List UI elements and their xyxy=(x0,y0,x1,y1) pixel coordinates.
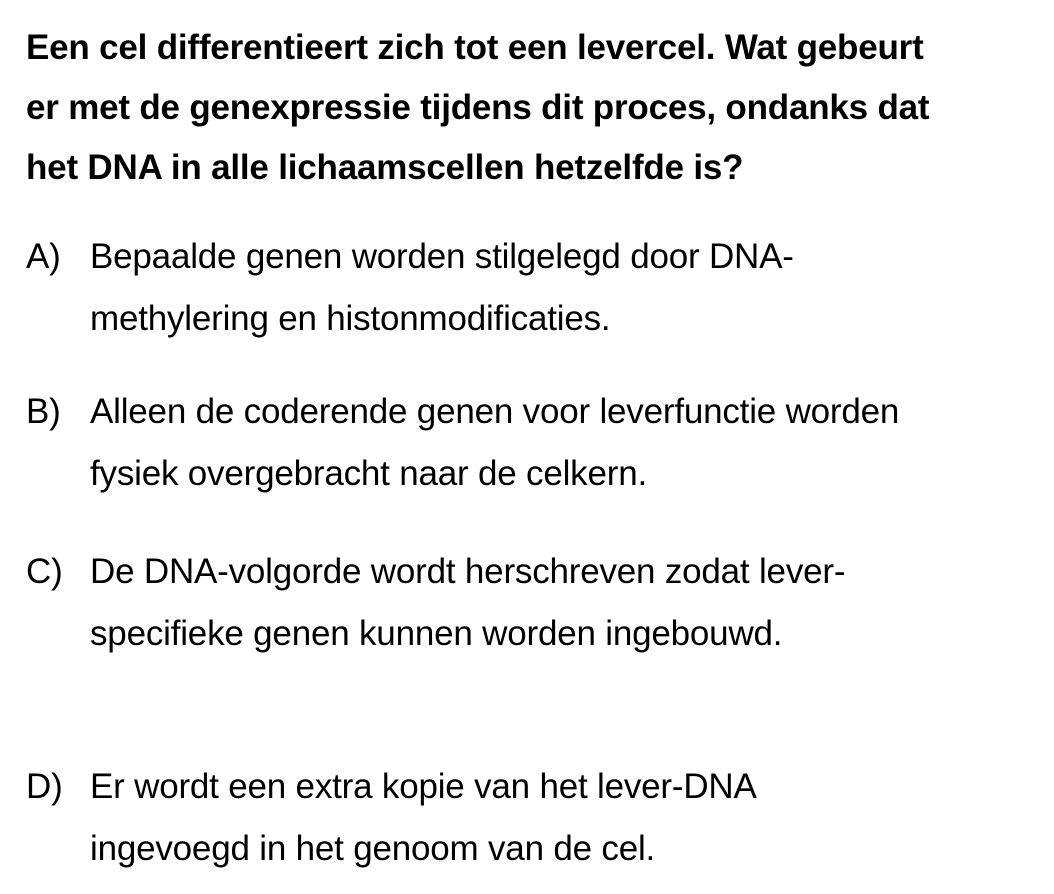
answer-option-d[interactable]: D) Er wordt een extra kopie van het leve… xyxy=(26,756,1041,880)
option-line: ingevoegd in het genoom van de cel. xyxy=(90,829,656,868)
option-text: Alleen de coderende genen voor leverfunc… xyxy=(90,381,1041,505)
question-line: er met de genexpressie tijdens dit proce… xyxy=(26,88,930,127)
option-text: Bepaalde genen worden stilgelegd door DN… xyxy=(90,226,1041,350)
answer-option-c[interactable]: C) De DNA-volgorde wordt herschreven zod… xyxy=(26,541,1041,665)
option-text: Er wordt een extra kopie van het lever-D… xyxy=(90,756,1041,880)
option-line: methylering en histonmodificaties. xyxy=(90,299,611,338)
option-letter: C) xyxy=(26,552,63,591)
option-letter: D) xyxy=(26,767,63,806)
answer-option-a[interactable]: A) Bepaalde genen worden stilgelegd door… xyxy=(26,226,1041,350)
option-letter: B) xyxy=(26,392,61,431)
question-line: het DNA in alle lichaamscellen hetzelfde… xyxy=(26,148,744,187)
question-line: Een cel differentieert zich tot een leve… xyxy=(26,28,924,67)
option-line: Alleen de coderende genen voor leverfunc… xyxy=(90,392,900,431)
option-line: specifieke genen kunnen worden ingebouwd… xyxy=(90,614,783,653)
option-line: De DNA-volgorde wordt herschreven zodat … xyxy=(90,552,846,591)
question-text: Een cel differentieert zich tot een leve… xyxy=(26,18,1036,198)
answer-option-b[interactable]: B) Alleen de coderende genen voor leverf… xyxy=(26,381,1041,505)
option-letter: A) xyxy=(26,237,61,276)
option-text: De DNA-volgorde wordt herschreven zodat … xyxy=(90,541,1041,665)
option-line: fysiek overgebracht naar de celkern. xyxy=(90,454,647,493)
option-line: Er wordt een extra kopie van het lever-D… xyxy=(90,767,757,806)
option-line: Bepaalde genen worden stilgelegd door DN… xyxy=(90,237,794,276)
